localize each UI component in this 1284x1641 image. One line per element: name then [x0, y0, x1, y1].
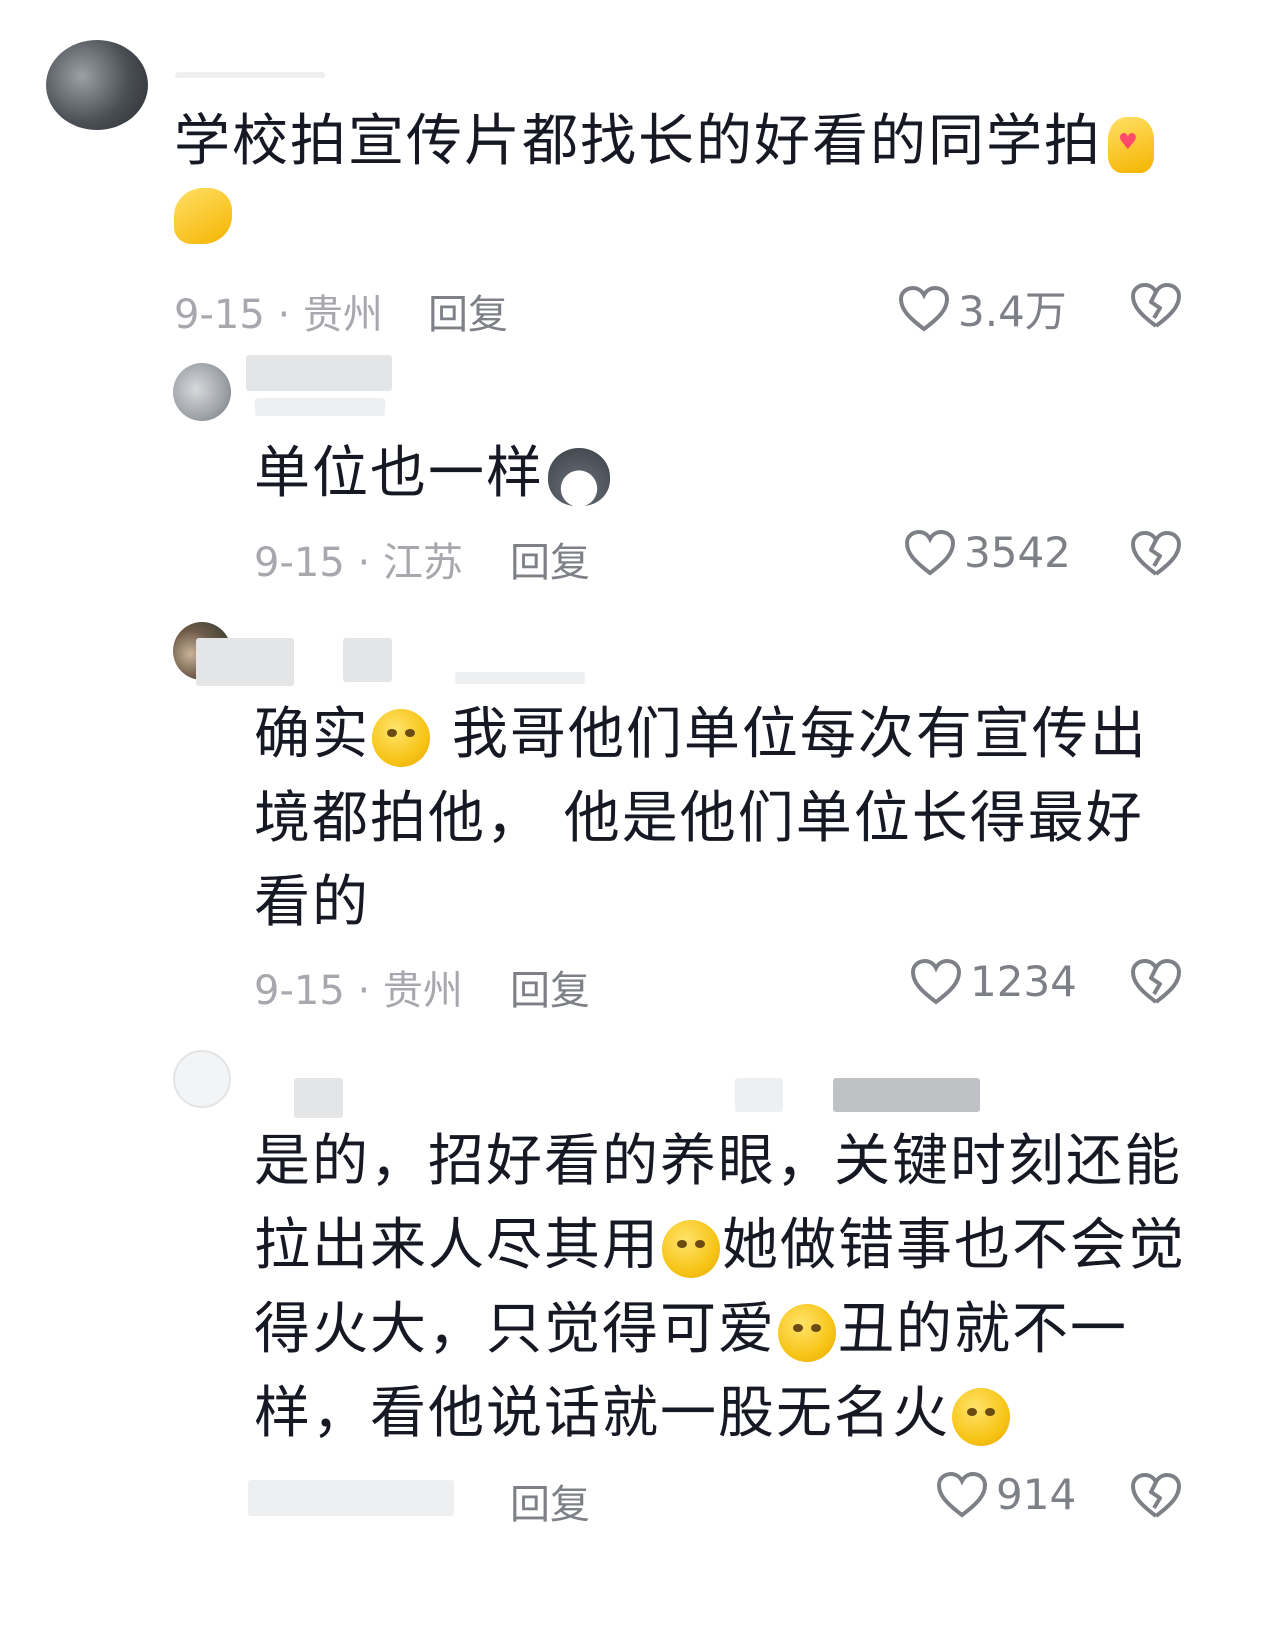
user-badges-redacted [833, 1078, 980, 1112]
comment-text: 单位也一样 [254, 432, 1154, 516]
username-redacted[interactable] [175, 72, 325, 78]
broken-heart-icon [1131, 530, 1182, 576]
heart-icon [910, 958, 962, 1005]
comment-text-part: 学校拍宣传片都找长的好看的同学拍 [174, 109, 1102, 174]
dislike-button[interactable] [1130, 530, 1182, 578]
like-count: 3.4万 [958, 287, 1067, 336]
laughing-crying-icon [662, 1219, 720, 1278]
date-location-redacted [248, 1480, 454, 1516]
heart-icon [936, 1471, 988, 1518]
like-button[interactable]: 914 [936, 1470, 1076, 1519]
woozy-face-icon [952, 1387, 1010, 1446]
user-badges-redacted [735, 1078, 783, 1112]
dislike-button[interactable] [1130, 1472, 1182, 1520]
like-count: 1234 [970, 957, 1077, 1006]
user-badges-redacted [255, 398, 385, 416]
broken-heart-icon [1131, 282, 1182, 328]
heart-icon [898, 285, 950, 332]
broken-heart-icon [1131, 958, 1182, 1004]
avatar[interactable] [173, 1050, 231, 1108]
comment-date-location: 9-15 · 贵州 [174, 292, 383, 338]
hand-heart-icon [1108, 101, 1154, 185]
comment-text-part: 单位也一样 [254, 441, 544, 506]
flexed-biceps-icon [174, 188, 232, 244]
avatar[interactable] [46, 40, 148, 130]
username-redacted[interactable] [196, 638, 294, 686]
comment-text: 学校拍宣传片都找长的好看的同学拍 [174, 100, 1174, 268]
reply-button[interactable]: 回复 [428, 282, 508, 340]
reply-button[interactable]: 回复 [510, 1472, 590, 1530]
username-redacted[interactable] [246, 355, 392, 391]
user-badges-redacted [455, 672, 585, 684]
username-redacted[interactable] [294, 1078, 343, 1118]
dog-face-icon [548, 447, 610, 506]
like-count: 3542 [964, 528, 1071, 577]
like-button[interactable]: 3.4万 [898, 278, 1067, 339]
like-button[interactable]: 3542 [904, 528, 1071, 577]
like-button[interactable]: 1234 [910, 957, 1077, 1006]
broken-heart-icon [1131, 1472, 1182, 1518]
username-redacted [343, 638, 392, 682]
comment-text: 是的，招好看的养眼，关键时刻还能拉出来人尽其用 她做错事也不会觉得火大，只觉得可爱… [254, 1120, 1194, 1456]
dislike-button[interactable] [1130, 282, 1182, 330]
comment-date-location: 9-15 · 江苏 [254, 540, 463, 586]
comment-text-part: 确实 [254, 702, 370, 767]
laughing-crying-icon [778, 1303, 836, 1362]
reply-button[interactable]: 回复 [510, 958, 590, 1016]
avatar[interactable] [173, 363, 231, 421]
like-count: 914 [996, 1470, 1077, 1519]
reply-button[interactable]: 回复 [510, 530, 590, 588]
crying-face-icon [372, 708, 430, 767]
dislike-button[interactable] [1130, 958, 1182, 1006]
comment-text: 确实 我哥他们单位每次有宣传出境都拍他， 他是他们单位长得最好看的 [254, 693, 1154, 945]
heart-icon [904, 529, 956, 576]
comment-date-location: 9-15 · 贵州 [254, 968, 463, 1014]
